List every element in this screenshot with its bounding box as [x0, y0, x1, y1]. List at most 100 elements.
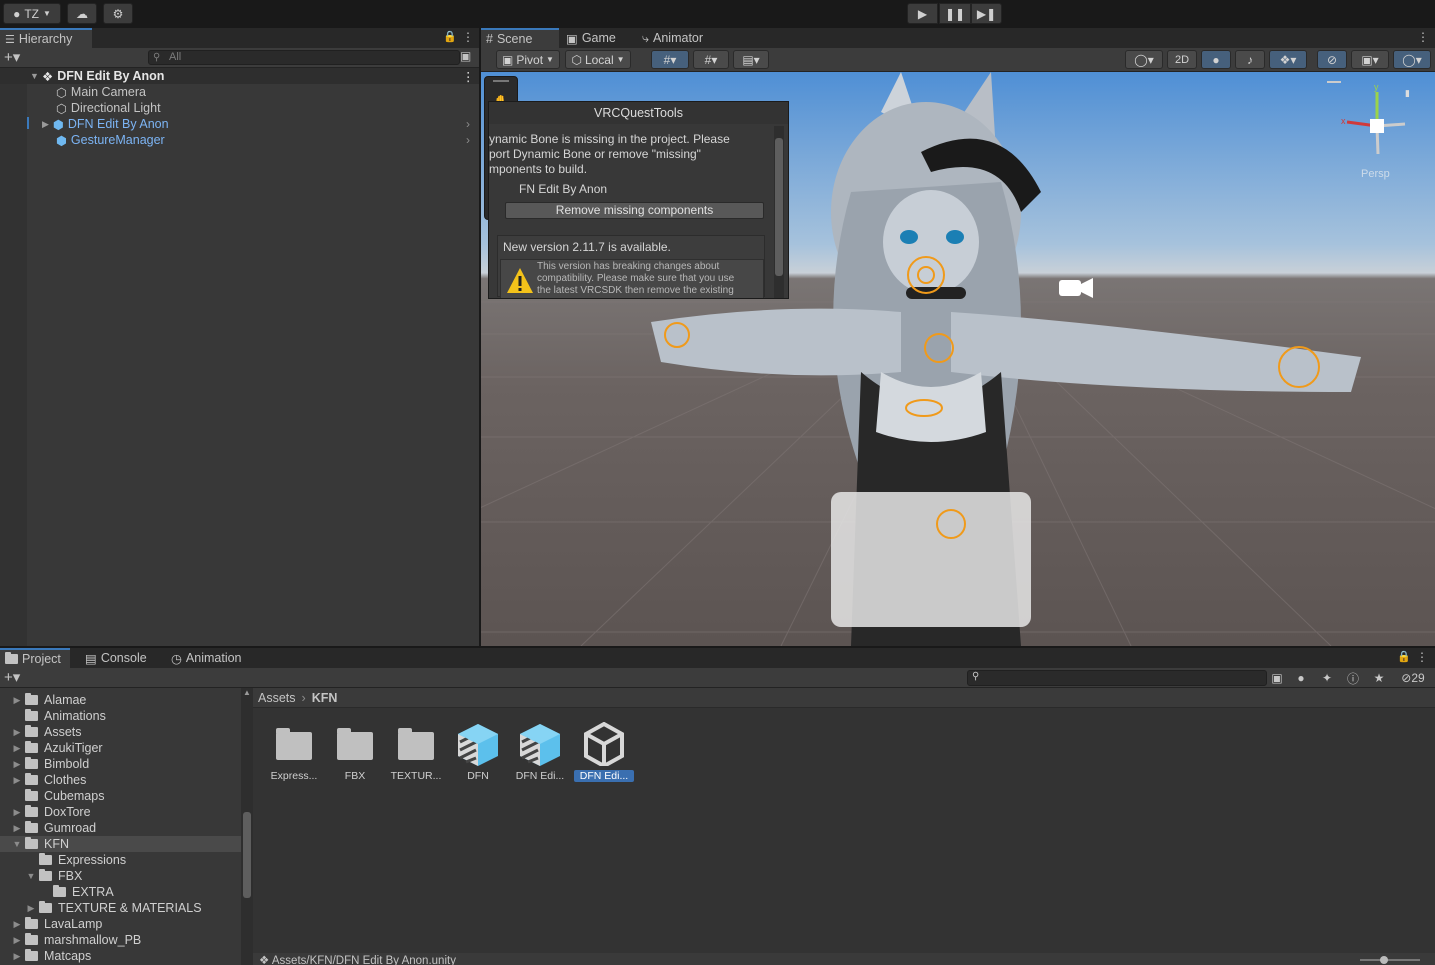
collapsed-arrow-icon[interactable]: ▶: [12, 775, 22, 786]
hierarchy-item-label: DFN Edit By Anon: [67, 117, 169, 131]
scene-visibility-toggle[interactable]: ⊘: [1317, 50, 1347, 69]
kebab-menu-icon[interactable]: ⋮: [1416, 650, 1428, 664]
tab-hierarchy[interactable]: ☰ Hierarchy: [0, 28, 92, 48]
search-by-importlog-icon[interactable]: ⓘ: [1344, 670, 1362, 686]
grid-snap-button[interactable]: #▾: [651, 50, 689, 69]
account-dropdown[interactable]: ● TZ ▼: [3, 3, 61, 24]
2d-toggle[interactable]: 2D: [1167, 50, 1197, 69]
tree-item[interactable]: ▶ marshmallow_PB: [0, 932, 141, 948]
chevron-right-icon[interactable]: ›: [466, 117, 470, 131]
icon-size-slider[interactable]: [1360, 956, 1420, 964]
persp-label[interactable]: Persp: [1361, 168, 1390, 180]
breadcrumb-root[interactable]: Assets: [258, 691, 296, 705]
collapsed-arrow-icon[interactable]: ▶: [12, 807, 22, 818]
scrollbar-thumb[interactable]: [775, 138, 783, 276]
tree-item[interactable]: ▶ TEXTURE & MATERIALS: [0, 900, 202, 916]
tree-item[interactable]: ▶ AzukiTiger: [0, 740, 103, 756]
tree-item-label: TEXTURE & MATERIALS: [58, 901, 202, 915]
collapsed-arrow-icon[interactable]: ▶: [12, 727, 22, 738]
tree-item[interactable]: ▼ FBX: [0, 868, 82, 884]
tree-item[interactable]: Cubemaps: [0, 788, 104, 804]
vrcquesttools-scrollbar[interactable]: [774, 126, 784, 298]
kebab-menu-icon[interactable]: ⋮: [1417, 30, 1429, 44]
cloud-button[interactable]: ☁: [67, 3, 97, 24]
tree-item[interactable]: ▶ Bimbold: [0, 756, 89, 772]
shading-mode-dropdown[interactable]: ◯▾: [1125, 50, 1163, 69]
tab-animation[interactable]: ◷ Animation: [166, 648, 256, 668]
tree-item[interactable]: Expressions: [0, 852, 126, 868]
favorite-star-icon[interactable]: ★: [1370, 670, 1388, 686]
scrollbar-thumb[interactable]: [243, 812, 251, 898]
search-by-label-icon[interactable]: ✦: [1318, 670, 1336, 686]
hierarchy-item[interactable]: ⬡ Directional Light: [56, 100, 161, 116]
tab-game[interactable]: ▣ Game: [561, 28, 633, 48]
collapsed-arrow-icon[interactable]: ▶: [12, 935, 22, 946]
project-tree-scrollbar[interactable]: ▲: [241, 688, 253, 965]
hierarchy-item[interactable]: ⬡ Main Camera: [56, 84, 146, 100]
vrcquesttools-title[interactable]: VRCQuestTools: [489, 102, 788, 124]
collapsed-arrow-icon[interactable]: ▶: [12, 951, 22, 962]
folder-icon: [25, 949, 38, 961]
overlay-drag-handle[interactable]: [493, 80, 509, 82]
increment-snap-button[interactable]: #▾: [693, 50, 729, 69]
collapsed-arrow-icon[interactable]: ▶: [26, 903, 36, 914]
ruler-button[interactable]: ▤▾: [733, 50, 769, 69]
search-options-icon[interactable]: ▣: [460, 49, 471, 63]
collapsed-arrow-icon[interactable]: ▶: [12, 759, 22, 770]
lighting-toggle[interactable]: ●: [1201, 50, 1231, 69]
local-dropdown[interactable]: ⬡ Local ▼: [565, 50, 631, 69]
expanded-arrow-icon[interactable]: ▼: [26, 871, 36, 881]
tree-item[interactable]: ▼ KFN: [0, 836, 241, 852]
collab-button[interactable]: ⚙: [103, 3, 133, 24]
tree-item[interactable]: ▶ DoxTore: [0, 804, 91, 820]
collapsed-arrow-icon[interactable]: ▶: [12, 743, 22, 754]
hidden-packages-toggle[interactable]: ⊘ 29: [1394, 670, 1432, 686]
tab-scene[interactable]: # Scene: [481, 28, 559, 48]
hierarchy-search-input[interactable]: ⚲ All: [148, 50, 460, 65]
slider-thumb[interactable]: [1380, 956, 1388, 964]
tab-animator[interactable]: ⤷ Animator: [637, 28, 723, 48]
tree-item[interactable]: ▶ Matcaps: [0, 948, 91, 964]
avatar-object-field[interactable]: FN Edit By Anon: [519, 182, 788, 197]
collapsed-arrow-icon[interactable]: ▶: [12, 823, 22, 834]
remove-missing-components-button[interactable]: Remove missing components: [505, 202, 764, 219]
tree-item[interactable]: EXTRA: [0, 884, 114, 900]
breadcrumb-current[interactable]: KFN: [312, 691, 338, 705]
scene-menu-icon[interactable]: ⋮: [462, 69, 475, 84]
search-options-icon[interactable]: ▣: [1268, 670, 1286, 686]
gizmos-dropdown[interactable]: ◯▾: [1393, 50, 1431, 69]
add-icon[interactable]: +▾: [4, 48, 20, 66]
add-icon[interactable]: +▾: [4, 668, 20, 686]
hierarchy-scene-row[interactable]: ▼ ❖ DFN Edit By Anon ⋮: [0, 68, 479, 84]
tree-item[interactable]: Animations: [0, 708, 106, 724]
collapsed-arrow-icon[interactable]: ▶: [12, 919, 22, 930]
tab-console[interactable]: ▤ Console: [80, 648, 158, 668]
pause-button[interactable]: ❚❚: [939, 3, 971, 24]
project-search-input[interactable]: ⚲: [967, 670, 1267, 686]
tab-project[interactable]: Project: [0, 648, 70, 668]
tree-item[interactable]: ▶ Gumroad: [0, 820, 96, 836]
tree-item[interactable]: ▶ Alamae: [0, 692, 86, 708]
lock-icon[interactable]: 🔒: [443, 30, 457, 43]
tree-item[interactable]: ▶ LavaLamp: [0, 916, 102, 932]
effects-dropdown[interactable]: ❖▾: [1269, 50, 1307, 69]
play-button[interactable]: ▶: [907, 3, 938, 24]
step-button[interactable]: ▶❚: [971, 3, 1002, 24]
camera-dropdown[interactable]: ▣▾: [1351, 50, 1389, 69]
orientation-gizmo[interactable]: [1327, 81, 1406, 155]
hierarchy-item[interactable]: ⬢ GestureManager: [56, 132, 165, 148]
hierarchy-item[interactable]: ▶ ⬢ DFN Edit By Anon: [42, 116, 169, 132]
kebab-menu-icon[interactable]: ⋮: [462, 30, 474, 44]
expanded-arrow-icon[interactable]: ▼: [12, 839, 22, 849]
tree-item-label: Bimbold: [44, 757, 90, 771]
lock-icon[interactable]: 🔒: [1397, 650, 1411, 663]
chevron-right-icon[interactable]: ›: [466, 133, 470, 147]
lock-icon[interactable]: ▮: [1405, 88, 1410, 99]
audio-toggle[interactable]: ♪: [1235, 50, 1265, 69]
pivot-dropdown[interactable]: ▣ Pivot ▼: [496, 50, 560, 69]
scroll-up-icon[interactable]: ▲: [243, 688, 251, 697]
collapsed-arrow-icon[interactable]: ▶: [12, 695, 22, 706]
tree-item[interactable]: ▶ Clothes: [0, 772, 86, 788]
search-by-type-icon[interactable]: ●: [1292, 670, 1310, 686]
tree-item[interactable]: ▶ Assets: [0, 724, 82, 740]
